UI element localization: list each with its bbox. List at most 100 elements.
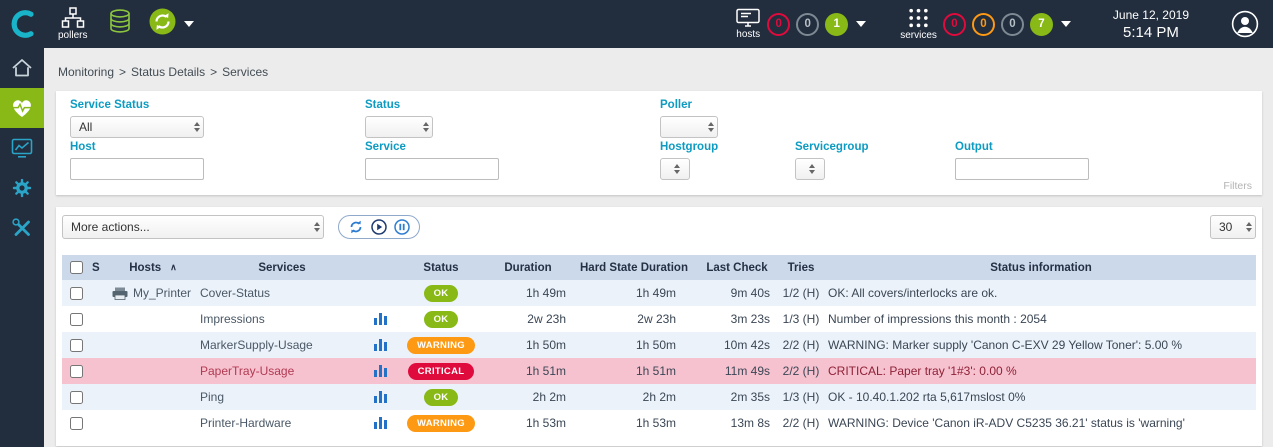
services-unknown-counter[interactable]: 0 (1001, 13, 1024, 36)
hostgroup-label: Hostgroup (660, 141, 718, 153)
graph-icon[interactable] (374, 339, 388, 351)
col-last-check[interactable]: Last Check (698, 255, 776, 280)
hosts-unknown-counter[interactable]: 0 (796, 13, 819, 36)
services-critical-counter[interactable]: 0 (943, 13, 966, 36)
breadcrumb-status-details[interactable]: Status Details (131, 65, 205, 79)
hosts-status-group: hosts 0 0 1 (735, 8, 866, 40)
host-input[interactable] (70, 158, 204, 180)
graph-icon[interactable] (374, 365, 388, 377)
services-table-panel: More actions... (56, 207, 1262, 446)
col-tries[interactable]: Tries (776, 255, 826, 280)
tries-cell: 1/3 (H) (776, 384, 826, 410)
col-services[interactable]: Services (196, 255, 368, 280)
host-label: Host (70, 141, 204, 153)
poller-sync-status[interactable] (149, 8, 176, 40)
breadcrumb-monitoring[interactable]: Monitoring (58, 65, 114, 79)
current-date: June 12, 2019 (1113, 8, 1189, 22)
graph-icon[interactable] (374, 313, 388, 325)
service-link[interactable]: Printer-Hardware (200, 416, 291, 430)
tries-cell: 2/2 (H) (776, 358, 826, 384)
sidebar-item-administration[interactable] (0, 208, 44, 248)
services-warning-counter[interactable]: 0 (972, 13, 995, 36)
service-link[interactable]: PaperTray-Usage (200, 364, 294, 378)
page-size-select[interactable]: 30 (1210, 215, 1256, 239)
hard-state-duration-cell: 1h 49m (570, 280, 698, 306)
centreon-logo[interactable] (0, 0, 44, 48)
row-checkbox[interactable] (70, 313, 83, 326)
select-all-checkbox[interactable] (70, 261, 83, 274)
severity-cell (90, 358, 110, 384)
col-severity[interactable]: S (90, 255, 110, 280)
col-status-information[interactable]: Status information (826, 255, 1256, 280)
table-row: Impressions OK 2w 23h 2w 23h 3m 23s 1/3 … (62, 306, 1256, 332)
filters-panel-label: Filters (1223, 180, 1252, 192)
user-profile-button[interactable] (1231, 10, 1259, 38)
col-graph (368, 255, 396, 280)
sidebar-item-configuration[interactable] (0, 168, 44, 208)
table-row: My_Printer Cover-Status OK 1h 49m 1h 49m… (62, 280, 1256, 306)
row-checkbox[interactable] (70, 391, 83, 404)
hostgroup-select[interactable] (660, 158, 690, 180)
more-actions-select[interactable]: More actions... (62, 215, 324, 239)
services-table: S Hosts∧ Services Status Duration Hard S… (62, 255, 1256, 436)
datetime-display: June 12, 2019 5:14 PM (1113, 8, 1189, 41)
chevron-down-icon[interactable] (184, 21, 194, 27)
status-select[interactable] (365, 116, 433, 138)
breadcrumb-separator: > (210, 65, 217, 79)
sidebar-item-home[interactable] (0, 48, 44, 88)
row-checkbox[interactable] (70, 287, 83, 300)
last-check-cell: 9m 40s (698, 280, 776, 306)
servicegroup-label: Servicegroup (795, 141, 869, 153)
refresh-controls (338, 215, 420, 239)
severity-cell (90, 280, 110, 306)
status-information-cell: OK: All covers/interlocks are ok. (826, 280, 1256, 306)
row-checkbox[interactable] (70, 417, 83, 430)
table-row: Ping OK 2h 2m 2h 2m 2m 35s 1/3 (H) OK - … (62, 384, 1256, 410)
service-link[interactable]: Impressions (200, 312, 265, 326)
duration-cell: 1h 51m (486, 358, 570, 384)
status-information-cell: CRITICAL: Paper tray '1#3': 0.00 % (826, 358, 1256, 384)
sidebar-item-monitoring[interactable] (0, 88, 44, 128)
graph-icon[interactable] (374, 391, 388, 403)
severity-cell (90, 332, 110, 358)
status-badge: OK (424, 311, 459, 328)
col-hard-state-duration[interactable]: Hard State Duration (570, 255, 698, 280)
host-link[interactable]: My_Printer (133, 286, 191, 300)
pollers-label: pollers (58, 30, 87, 41)
hosts-ok-counter[interactable]: 1 (825, 13, 848, 36)
status-badge: CRITICAL (408, 363, 475, 380)
service-status-select[interactable]: All (70, 116, 204, 138)
play-button[interactable] (371, 219, 387, 235)
chevron-down-icon[interactable] (1061, 21, 1071, 27)
filter-hostgroup: Hostgroup (660, 141, 718, 180)
play-icon (371, 219, 387, 235)
col-status[interactable]: Status (396, 255, 486, 280)
breadcrumb-separator: > (119, 65, 126, 79)
services-ok-counter[interactable]: 7 (1030, 13, 1053, 36)
chevron-down-icon[interactable] (856, 21, 866, 27)
database-status[interactable] (107, 8, 133, 40)
col-hosts[interactable]: Hosts∧ (110, 255, 196, 280)
hosts-critical-counter[interactable]: 0 (767, 13, 790, 36)
graph-icon[interactable] (374, 417, 388, 429)
breadcrumb-services[interactable]: Services (222, 65, 268, 79)
service-input[interactable] (365, 158, 499, 180)
service-link[interactable]: MarkerSupply-Usage (200, 338, 313, 352)
table-row: PaperTray-Usage CRITICAL 1h 51m 1h 51m 1… (62, 358, 1256, 384)
row-checkbox[interactable] (70, 339, 83, 352)
select-arrows-icon (674, 164, 680, 174)
pause-button[interactable] (394, 219, 410, 235)
sidebar-item-reporting[interactable] (0, 128, 44, 168)
refresh-icon (348, 219, 364, 235)
refresh-button[interactable] (348, 219, 364, 235)
pollers-menu[interactable]: pollers (58, 7, 87, 41)
poller-select[interactable] (660, 116, 718, 138)
status-badge: WARNING (407, 337, 475, 354)
col-duration[interactable]: Duration (486, 255, 570, 280)
servicegroup-select[interactable] (795, 158, 825, 180)
service-link[interactable]: Cover-Status (200, 286, 270, 300)
user-profile-icon (1231, 10, 1259, 38)
service-link[interactable]: Ping (200, 390, 224, 404)
output-input[interactable] (955, 158, 1089, 180)
row-checkbox[interactable] (70, 365, 83, 378)
